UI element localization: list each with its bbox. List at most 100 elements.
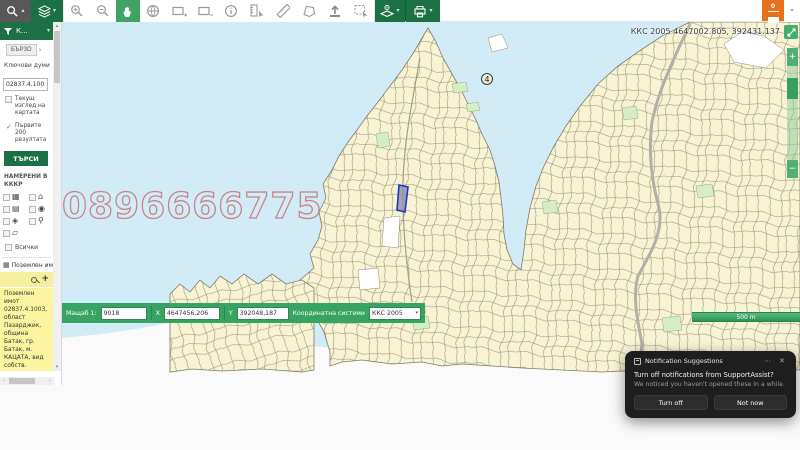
close-icon[interactable]: ✕	[777, 357, 787, 365]
not-now-button[interactable]: Not now	[714, 395, 788, 410]
parcel-section-label: Поземлен им	[12, 262, 53, 269]
globe-icon	[146, 4, 160, 18]
toggle-parcels[interactable]: ▦	[3, 193, 25, 201]
notifications-list-button[interactable]: 0	[762, 0, 784, 21]
printer-icon	[413, 5, 427, 18]
keywords-input[interactable]	[3, 78, 48, 91]
zoom-window-in-button[interactable]	[166, 0, 192, 22]
toggle-buildings[interactable]: ⌂	[29, 193, 51, 201]
checkbox-unchecked[interactable]	[5, 96, 12, 103]
checkbox-unchecked[interactable]	[5, 244, 12, 251]
map-marker-4[interactable]: 4	[481, 73, 493, 85]
fullscreen-button[interactable]	[784, 25, 798, 39]
sidebar-header-label: К...	[16, 27, 28, 35]
measure-area-button[interactable]	[296, 0, 322, 22]
turn-off-button[interactable]: Turn off	[634, 395, 708, 410]
crs-label: Координатна системи	[293, 310, 365, 317]
statusbar-separator	[224, 306, 225, 320]
zoom-slider-track[interactable]	[787, 66, 798, 160]
more-options-icon[interactable]: ⋯	[762, 357, 773, 365]
pan-tool-button[interactable]	[116, 0, 140, 22]
filter-icon	[3, 27, 13, 36]
y-coordinate-input[interactable]	[237, 307, 289, 320]
grid-icon: ▦	[3, 262, 10, 269]
pin-icon: ◉	[38, 205, 45, 213]
import-button[interactable]	[322, 0, 348, 22]
feature-info-button[interactable]	[218, 0, 244, 22]
x-coordinate-input[interactable]	[164, 307, 220, 320]
zoom-out-icon	[96, 4, 110, 18]
print-button[interactable]: ▾	[406, 0, 440, 22]
crs-selected-value: ККС 2005	[372, 310, 403, 317]
overview-map-button[interactable]	[140, 0, 166, 22]
map-scale-bar: 500 m	[692, 312, 800, 322]
search-panel-button[interactable]: ▴	[0, 0, 31, 22]
parcel-info-text: Поземлен имот 02837.4.1003, област Пазар…	[4, 291, 47, 371]
crs-select[interactable]: ККС 2005 ▾	[369, 307, 421, 320]
layers-menu-button[interactable]: ▾	[31, 0, 63, 22]
zoom-in-button[interactable]: +	[787, 48, 798, 66]
scale-label: Мащаб 1:	[66, 310, 97, 317]
scroll-right-arrow[interactable]: ›	[46, 377, 54, 385]
zoom-out-button[interactable]: −	[787, 160, 798, 178]
map-viewport[interactable]: 0896666775 ККС 2005 4647002.805, 392431.…	[62, 22, 800, 378]
y-label: Y	[229, 310, 233, 317]
layers-info-menu-button[interactable]: ▾	[375, 0, 405, 22]
scroll-left-arrow[interactable]: ›	[0, 377, 8, 385]
chevron-right-icon[interactable]: ›	[39, 46, 42, 54]
quick-tab-button[interactable]: БЪРЗО	[6, 44, 37, 56]
first200-checkbox-row[interactable]: ✓ Първите 200 резултата	[5, 123, 51, 145]
keywords-label: Ключови думи	[4, 62, 50, 69]
scrollbar-thumb[interactable]	[9, 378, 35, 384]
grid-icon: ▦	[12, 193, 20, 201]
measure-settings-button[interactable]	[244, 0, 270, 22]
select-rectangle-icon	[354, 4, 369, 18]
toggle-zones[interactable]: ▱	[3, 229, 25, 237]
zoom-in-tool-button[interactable]	[64, 0, 90, 22]
zoom-out-tool-button[interactable]	[90, 0, 116, 22]
search-submit-button[interactable]: ТЪРСИ	[4, 151, 48, 166]
scrollbar-thumb[interactable]	[54, 31, 60, 83]
home-icon: ⌂	[38, 193, 43, 201]
ruler-setup-icon	[250, 4, 265, 18]
notification-title: Notification Suggestions	[645, 357, 758, 365]
toggle-schemes[interactable]: ◈	[3, 217, 25, 225]
zoom-in-icon	[70, 4, 84, 18]
search-icon	[6, 5, 19, 18]
scroll-up-arrow[interactable]: ▴	[53, 22, 61, 30]
list-lines-icon	[768, 11, 779, 17]
caret-down-icon: ▾	[396, 8, 399, 14]
polygon-icon	[302, 4, 316, 18]
checkbox-checked[interactable]: ✓	[5, 123, 12, 130]
measure-distance-button[interactable]	[270, 0, 296, 22]
sidebar-vertical-scrollbar[interactable]: ▴ ▾	[53, 22, 61, 371]
parcel-info-panel[interactable]: Поземлен имот 02837.4.1003, област Пазар…	[0, 288, 53, 371]
statusbar-separator	[151, 306, 152, 320]
all-checkbox-row[interactable]: Всички	[5, 244, 51, 252]
notifications-menu-caret[interactable]: ▾	[784, 0, 800, 22]
map-canvas[interactable]	[62, 22, 800, 378]
zoom-slider-handle[interactable]	[787, 78, 798, 99]
building-icon: ▤	[12, 205, 20, 213]
current-view-checkbox-row[interactable]: Текущ изглед на картата	[5, 96, 51, 118]
layers-icon	[38, 5, 51, 18]
layers-info-icon	[380, 5, 394, 18]
cursor-coordinates-label: ККС 2005 4647002.805, 392431.137	[631, 27, 780, 36]
caret-down-icon: ▾	[53, 8, 56, 14]
current-view-label: Текущ изглед на картата	[15, 96, 51, 118]
rect-zoom-in-icon	[172, 5, 187, 18]
scroll-down-arrow[interactable]: ▾	[53, 363, 61, 371]
sidebar-header-dropdown[interactable]: К... ▾	[0, 22, 53, 40]
first200-label: Първите 200 резултата	[15, 123, 51, 145]
select-features-button[interactable]	[348, 0, 374, 22]
scale-input[interactable]	[101, 307, 147, 320]
caret-down-icon: ▾	[47, 28, 50, 34]
zoom-window-out-button[interactable]	[192, 0, 218, 22]
toggle-structures[interactable]: ▤	[3, 205, 25, 213]
sidebar-horizontal-scrollbar[interactable]: › ›	[0, 377, 54, 385]
toggle-geodetic-points[interactable]: ⚲	[29, 217, 51, 225]
toggle-points-of-interest[interactable]: ◉	[29, 205, 51, 213]
notification-popup: Notification Suggestions ⋯ ✕ Turn off no…	[625, 351, 796, 418]
zoom-to-result-icon[interactable]	[31, 277, 37, 283]
add-result-icon[interactable]: +	[41, 275, 49, 284]
